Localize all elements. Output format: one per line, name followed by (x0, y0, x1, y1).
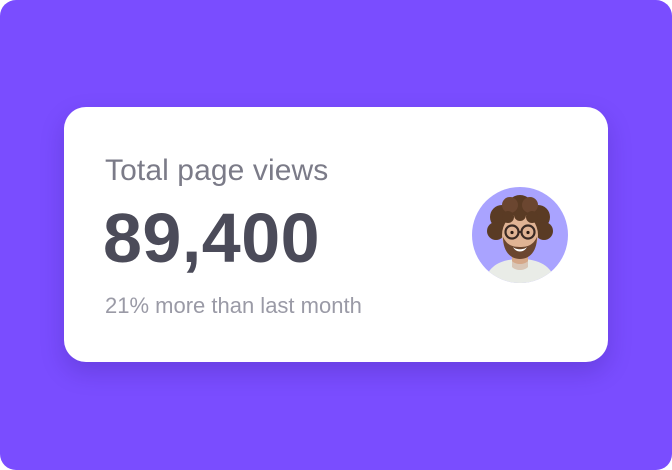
page-background: Total page views 89,400 21% more than la… (0, 0, 672, 470)
user-avatar (472, 187, 568, 283)
page-views-card: Total page views 89,400 21% more than la… (64, 107, 608, 362)
page-views-value: 89,400 (103, 199, 321, 277)
user-avatar-icon (484, 195, 556, 283)
card-label: Total page views (105, 154, 329, 187)
comparison-caption: 21% more than last month (105, 293, 362, 318)
